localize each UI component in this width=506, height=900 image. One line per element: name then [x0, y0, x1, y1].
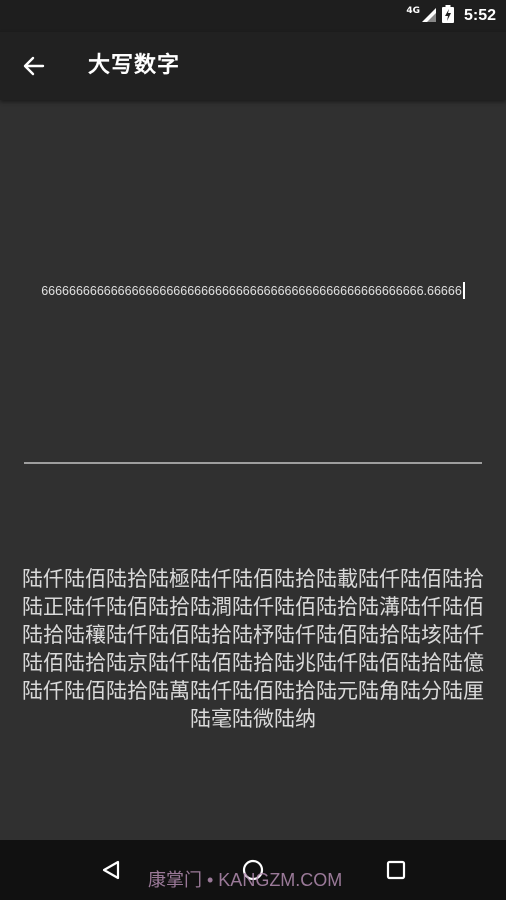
arrow-left-icon: [23, 56, 45, 76]
input-value: 6666666666666666666666666666666666666666…: [41, 284, 462, 298]
status-bar: 4G 5:52: [0, 0, 506, 32]
number-input-text[interactable]: 6666666666666666666666666666666666666666…: [24, 282, 482, 299]
nav-back-button[interactable]: [95, 854, 127, 886]
uppercase-result-text: 陆仟陆佰陆拾陆極陆仟陆佰陆拾陆載陆仟陆佰陆拾陆正陆仟陆佰陆拾陆澗陆仟陆佰陆拾陆溝…: [22, 567, 484, 731]
signal-icon: [421, 7, 436, 26]
nav-recents-icon: [386, 860, 406, 880]
network-type-label: 4G: [406, 6, 420, 16]
page-title: 大写数字: [88, 53, 181, 78]
status-icons: 4G 5:52: [406, 0, 496, 32]
text-cursor: [462, 282, 465, 299]
app-bar: 大写数字: [0, 32, 506, 100]
status-time: 5:52: [463, 7, 496, 24]
nav-recents-button[interactable]: [380, 854, 412, 886]
watermark: 康掌门 • KANGZM.COM: [148, 870, 343, 890]
number-input-field[interactable]: 6666666666666666666666666666666666666666…: [24, 110, 482, 464]
battery-charging-icon: [441, 5, 454, 27]
nav-back-icon: [102, 860, 120, 880]
back-button[interactable]: [14, 46, 54, 86]
